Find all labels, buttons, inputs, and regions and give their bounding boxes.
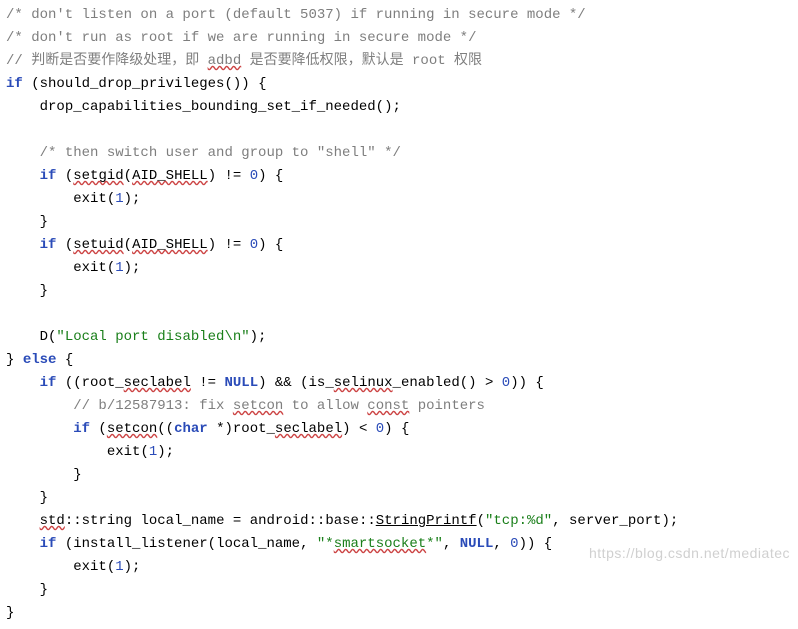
comment-line: // b/12587913: fix setcon to allow const… xyxy=(73,398,485,414)
comment-line: /* then switch user and group to "shell"… xyxy=(40,145,401,161)
keyword-else: else xyxy=(23,352,57,368)
comment-line: /* don't listen on a port (default 5037)… xyxy=(6,7,586,23)
code-block: /* don't listen on a port (default 5037)… xyxy=(0,0,798,629)
keyword-if: if xyxy=(6,76,23,92)
comment-line: /* don't run as root if we are running i… xyxy=(6,30,476,46)
comment-line: // 判断是否要作降级处理，即 adbd 是否要降低权限，默认是 root 权限 xyxy=(6,53,482,69)
